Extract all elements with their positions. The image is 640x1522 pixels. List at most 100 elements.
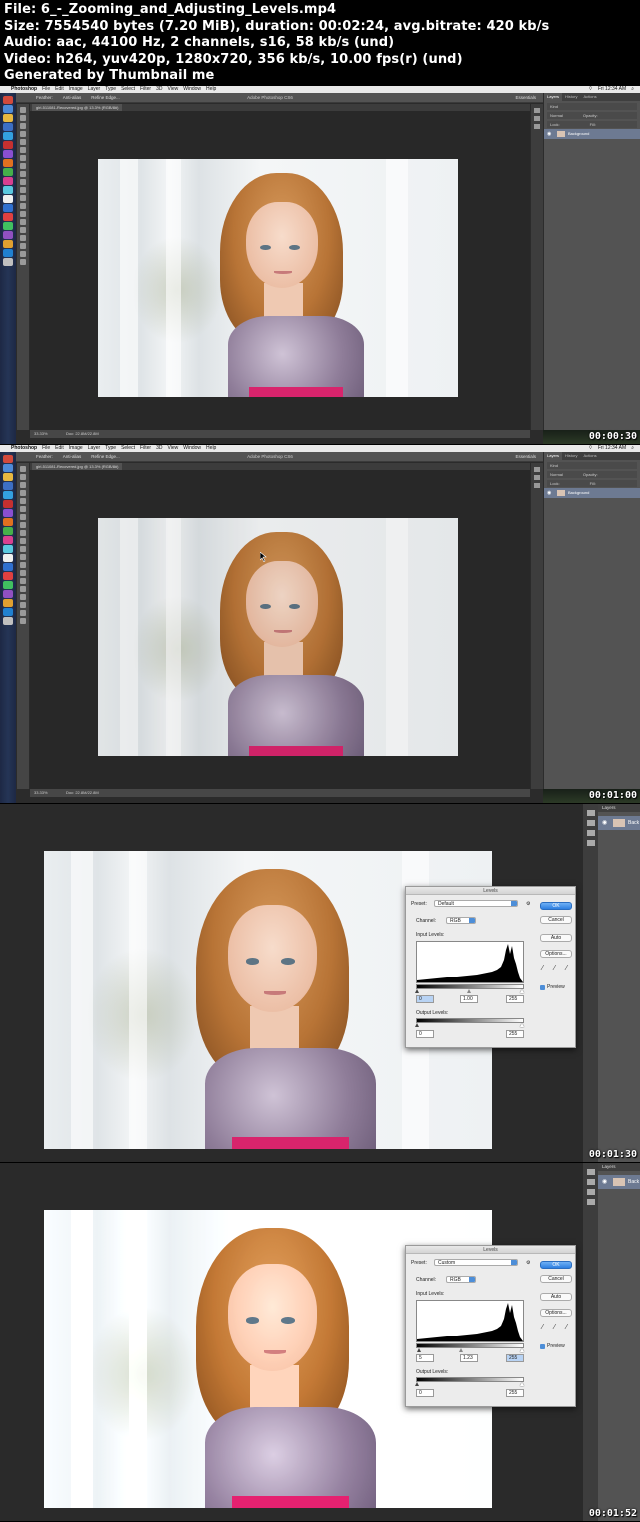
dock-app-icon[interactable] bbox=[3, 141, 13, 149]
tab-history[interactable]: History bbox=[562, 452, 580, 460]
dock-app-icon[interactable] bbox=[3, 527, 13, 535]
preset-select[interactable]: Default bbox=[434, 900, 518, 907]
menu-edit[interactable]: Edit bbox=[55, 445, 64, 452]
auto-button[interactable]: Auto bbox=[540, 1293, 572, 1301]
zoom-level[interactable]: 33.33% bbox=[34, 789, 48, 797]
eyedropper-tool-icon[interactable] bbox=[20, 147, 26, 153]
auto-button[interactable]: Auto bbox=[540, 934, 572, 942]
gray-eyedropper-icon[interactable]: ⁄ bbox=[554, 1324, 555, 1331]
wifi-icon[interactable]: ⌔ bbox=[588, 445, 593, 452]
dock-app-icon[interactable] bbox=[3, 249, 13, 257]
output-white-slider[interactable] bbox=[520, 1023, 524, 1027]
menu-select[interactable]: Select bbox=[121, 445, 135, 452]
dodge-tool-icon[interactable] bbox=[20, 211, 26, 217]
kind-filter[interactable]: Kind bbox=[547, 103, 637, 110]
black-point-slider[interactable] bbox=[415, 989, 419, 993]
type-tool-icon[interactable] bbox=[20, 227, 26, 233]
shape-tool-icon[interactable] bbox=[20, 602, 26, 608]
properties-icon[interactable] bbox=[534, 116, 540, 121]
dock-app-icon[interactable] bbox=[3, 554, 13, 562]
eraser-tool-icon[interactable] bbox=[20, 546, 26, 552]
dock-illustrator-icon[interactable] bbox=[3, 159, 13, 167]
menu-select[interactable]: Select bbox=[121, 86, 135, 93]
output-white-slider[interactable] bbox=[520, 1382, 524, 1386]
hand-tool-icon[interactable] bbox=[20, 610, 26, 616]
channel-select[interactable]: RGB bbox=[446, 1276, 476, 1283]
quick-select-tool-icon[interactable] bbox=[20, 490, 26, 496]
input-black-field[interactable]: 0 bbox=[416, 995, 434, 1003]
input-black-field[interactable]: 5 bbox=[416, 1354, 434, 1362]
adjustments-icon[interactable] bbox=[586, 1189, 595, 1195]
crop-tool-icon[interactable] bbox=[20, 498, 26, 504]
path-select-tool-icon[interactable] bbox=[20, 235, 26, 241]
dock-photoshop-icon[interactable] bbox=[3, 132, 13, 140]
eraser-tool-icon[interactable] bbox=[20, 187, 26, 193]
dock-app-icon[interactable] bbox=[3, 222, 13, 230]
dock-app-icon[interactable] bbox=[3, 509, 13, 517]
adjustments-icon[interactable] bbox=[586, 830, 595, 836]
white-point-slider[interactable] bbox=[520, 989, 524, 993]
dock-app-icon[interactable] bbox=[3, 455, 13, 463]
dock-app-icon[interactable] bbox=[3, 581, 13, 589]
menubar-clock[interactable]: Fri 12:34 AM bbox=[598, 86, 626, 93]
dock-app-icon[interactable] bbox=[3, 204, 13, 212]
pen-tool-icon[interactable] bbox=[20, 578, 26, 584]
zoom-tool-icon[interactable] bbox=[20, 618, 26, 624]
output-white-field[interactable]: 255 bbox=[506, 1389, 524, 1397]
move-tool-icon[interactable] bbox=[20, 107, 26, 113]
dock-app-icon[interactable] bbox=[3, 464, 13, 472]
marquee-tool-icon[interactable] bbox=[20, 115, 26, 121]
canvas-area[interactable] bbox=[30, 111, 530, 430]
brush-tool-icon[interactable] bbox=[20, 163, 26, 169]
menu-filter[interactable]: Filter bbox=[140, 445, 151, 452]
gradient-tool-icon[interactable] bbox=[20, 195, 26, 201]
menu-3d[interactable]: 3D bbox=[156, 86, 162, 93]
white-point-slider[interactable] bbox=[520, 1348, 524, 1352]
tab-layers[interactable]: Layers bbox=[544, 93, 563, 101]
options-button[interactable]: Options... bbox=[540, 1309, 572, 1317]
options-button[interactable]: Options... bbox=[540, 950, 572, 958]
gamma-slider[interactable] bbox=[467, 989, 471, 993]
history-icon[interactable] bbox=[586, 810, 595, 816]
menu-type[interactable]: Type bbox=[105, 86, 116, 93]
dock-app-icon[interactable] bbox=[3, 123, 13, 131]
output-white-field[interactable]: 255 bbox=[506, 1030, 524, 1038]
blur-tool-icon[interactable] bbox=[20, 203, 26, 209]
zoom-level[interactable]: 33.33% bbox=[34, 430, 48, 438]
dock-app-icon[interactable] bbox=[3, 105, 13, 113]
dock-app-icon[interactable] bbox=[3, 150, 13, 158]
black-point-slider[interactable] bbox=[417, 1348, 421, 1352]
eye-icon[interactable]: ◉ bbox=[602, 816, 607, 830]
menu-view[interactable]: View bbox=[168, 86, 179, 93]
black-eyedropper-icon[interactable]: ⁄ bbox=[542, 965, 543, 972]
white-eyedropper-icon[interactable]: ⁄ bbox=[566, 965, 567, 972]
dock-app-icon[interactable] bbox=[3, 240, 13, 248]
lasso-tool-icon[interactable] bbox=[20, 482, 26, 488]
tab-history[interactable]: History bbox=[562, 93, 580, 101]
marquee-tool-icon[interactable] bbox=[20, 474, 26, 480]
output-black-field[interactable]: 0 bbox=[416, 1389, 434, 1397]
history-icon[interactable] bbox=[534, 108, 540, 113]
spotlight-icon[interactable]: ⌕ bbox=[631, 86, 634, 93]
lasso-tool-icon[interactable] bbox=[20, 123, 26, 129]
hand-tool-icon[interactable] bbox=[20, 251, 26, 257]
menu-file[interactable]: File bbox=[42, 445, 50, 452]
menu-view[interactable]: View bbox=[168, 445, 179, 452]
dock-app-icon[interactable] bbox=[3, 231, 13, 239]
tab-layers[interactable]: Layers bbox=[544, 452, 563, 460]
eyedropper-tool-icon[interactable] bbox=[20, 506, 26, 512]
dock-trash-icon[interactable] bbox=[3, 617, 13, 625]
black-eyedropper-icon[interactable]: ⁄ bbox=[542, 1324, 543, 1331]
eye-icon[interactable]: ◉ bbox=[547, 488, 551, 498]
canvas-area[interactable] bbox=[30, 470, 530, 789]
preset-options-icon[interactable]: ⚙ bbox=[526, 901, 530, 907]
output-black-slider[interactable] bbox=[415, 1023, 419, 1027]
input-gamma-field[interactable]: 1.00 bbox=[460, 995, 478, 1003]
layer-row-background[interactable]: ◉ Back bbox=[598, 816, 640, 830]
quick-select-tool-icon[interactable] bbox=[20, 131, 26, 137]
menu-help[interactable]: Help bbox=[206, 86, 216, 93]
crop-tool-icon[interactable] bbox=[20, 139, 26, 145]
menu-layer[interactable]: Layer bbox=[88, 86, 101, 93]
menu-help[interactable]: Help bbox=[206, 445, 216, 452]
channel-select[interactable]: RGB bbox=[446, 917, 476, 924]
